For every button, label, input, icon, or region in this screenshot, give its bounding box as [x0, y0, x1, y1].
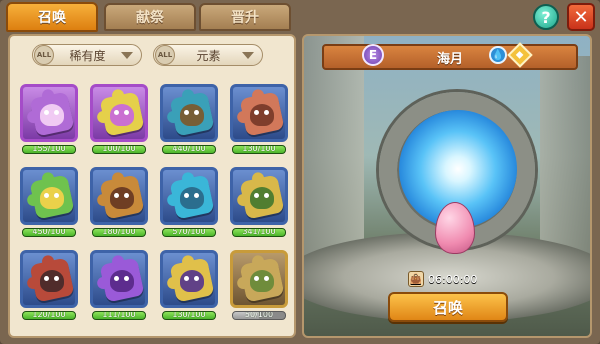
fragment-progress-bar: 570/100: [162, 228, 216, 237]
eye-icon: [124, 276, 129, 281]
eye-icon: [114, 193, 119, 198]
fragment-card[interactable]: [160, 250, 218, 308]
eye-icon: [124, 193, 129, 198]
monster-portrait: [110, 104, 134, 126]
fragment-count: 100/100: [102, 145, 136, 153]
fragment-progress-bar: 450/100: [22, 228, 76, 237]
eye-icon: [184, 276, 189, 281]
monster-portrait: [40, 270, 64, 292]
fragment-count: 155/100: [32, 145, 66, 153]
eye-icon: [54, 193, 59, 198]
close-icon[interactable]: ✕: [567, 3, 595, 31]
all-badge-icon: ALL: [155, 45, 175, 65]
fragment-progress-bar: 100/100: [92, 145, 146, 154]
eye-icon: [254, 276, 259, 281]
eye-icon: [194, 110, 199, 115]
monster-portrait: [40, 187, 64, 209]
element-filter-label: 元素: [196, 48, 221, 63]
fragment-card[interactable]: [160, 167, 218, 225]
fragment-count: 120/100: [32, 311, 66, 319]
monster-portrait: [250, 270, 274, 292]
element-filter-dropdown[interactable]: ALL 元素: [153, 44, 263, 66]
fragment-card[interactable]: [230, 250, 288, 308]
water-drop-icon[interactable]: 💧: [489, 46, 507, 64]
fragment-card[interactable]: [20, 84, 78, 142]
fragment-count: 130/100: [242, 145, 276, 153]
fragment-progress-bar: 111/100: [92, 311, 146, 320]
eye-icon: [124, 110, 129, 115]
fragment-count: 341/100: [242, 228, 276, 236]
fragment-card[interactable]: [230, 84, 288, 142]
eye-icon: [194, 276, 199, 281]
monster-portrait: [110, 187, 134, 209]
eye-icon: [114, 110, 119, 115]
fragment-card[interactable]: [20, 167, 78, 225]
eye-icon: [254, 193, 259, 198]
monster-portrait: [110, 270, 134, 292]
chevron-down-icon: [121, 51, 133, 59]
eye-icon: [264, 193, 269, 198]
monster-name: 海月: [436, 51, 463, 67]
all-badge-icon: ALL: [34, 45, 54, 65]
fragment-progress-bar: 130/100: [232, 145, 286, 154]
eye-icon: [44, 110, 49, 115]
fragment-count: 50/100: [244, 311, 274, 319]
fragment-panel: ALL 稀有度 ALL 元素 155/100 100/100 440/100 130/…: [8, 34, 296, 338]
monster-portrait: [180, 187, 204, 209]
fragment-progress-bar: 155/100: [22, 145, 76, 154]
monster-portrait: [250, 187, 274, 209]
eye-icon: [44, 276, 49, 281]
summon-window: 召唤 献祭 晋升 ? ✕ ALL 稀有度 ALL 元素 155/100 100/1…: [0, 0, 600, 344]
tab-bar: 召唤 献祭 晋升 ? ✕: [0, 0, 600, 32]
fragment-count: 180/100: [102, 228, 136, 236]
fragment-progress-bar: 440/100: [162, 145, 216, 154]
fragment-count: 440/100: [172, 145, 206, 153]
chevron-down-icon: [242, 51, 254, 59]
bag-icon: 👜: [408, 271, 424, 287]
eye-icon: [194, 193, 199, 198]
eye-icon: [254, 110, 259, 115]
eye-icon: [264, 110, 269, 115]
rarity-filter-dropdown[interactable]: ALL 稀有度: [32, 44, 142, 66]
fragment-progress-bar: 180/100: [92, 228, 146, 237]
monster-portrait: [180, 270, 204, 292]
eye-icon: [44, 193, 49, 198]
fragment-card[interactable]: [90, 167, 148, 225]
fragment-card[interactable]: [160, 84, 218, 142]
fragment-progress-bar: 50/100: [232, 311, 286, 320]
fragment-count: 450/100: [32, 228, 66, 236]
fragment-progress-bar: 120/100: [22, 311, 76, 320]
fragment-count: 111/100: [102, 311, 136, 319]
hatch-timer: 👜 06:00:00: [408, 270, 477, 288]
summon-button[interactable]: 召唤: [388, 292, 508, 322]
fragment-progress-bar: 341/100: [232, 228, 286, 237]
fragment-count: 130/100: [172, 311, 206, 319]
fragment-card[interactable]: [20, 250, 78, 308]
eye-icon: [54, 276, 59, 281]
fragment-card[interactable]: [90, 250, 148, 308]
monster-portrait: [180, 104, 204, 126]
monster-portrait: [250, 104, 274, 126]
summon-preview: 海月 E 💧 ◆ 👜 06:00:00 召唤: [302, 34, 592, 338]
fragment-card[interactable]: [90, 84, 148, 142]
eye-icon: [114, 276, 119, 281]
tab-summon[interactable]: 召唤: [6, 2, 98, 32]
rarity-badge: E: [362, 44, 384, 66]
eye-icon: [184, 110, 189, 115]
eye-icon: [184, 193, 189, 198]
monster-portrait: [40, 104, 64, 126]
eye-icon: [54, 110, 59, 115]
tab-sacrifice[interactable]: 献祭: [104, 3, 196, 31]
timer-text: 06:00:00: [428, 272, 478, 286]
fragment-count: 570/100: [172, 228, 206, 236]
eye-icon: [264, 276, 269, 281]
fragment-card[interactable]: [230, 167, 288, 225]
rarity-filter-label: 稀有度: [69, 48, 106, 63]
tab-promote[interactable]: 晋升: [199, 3, 291, 31]
help-icon[interactable]: ?: [533, 4, 559, 30]
fragment-progress-bar: 130/100: [162, 311, 216, 320]
monster-name-banner: 海月: [322, 44, 578, 70]
